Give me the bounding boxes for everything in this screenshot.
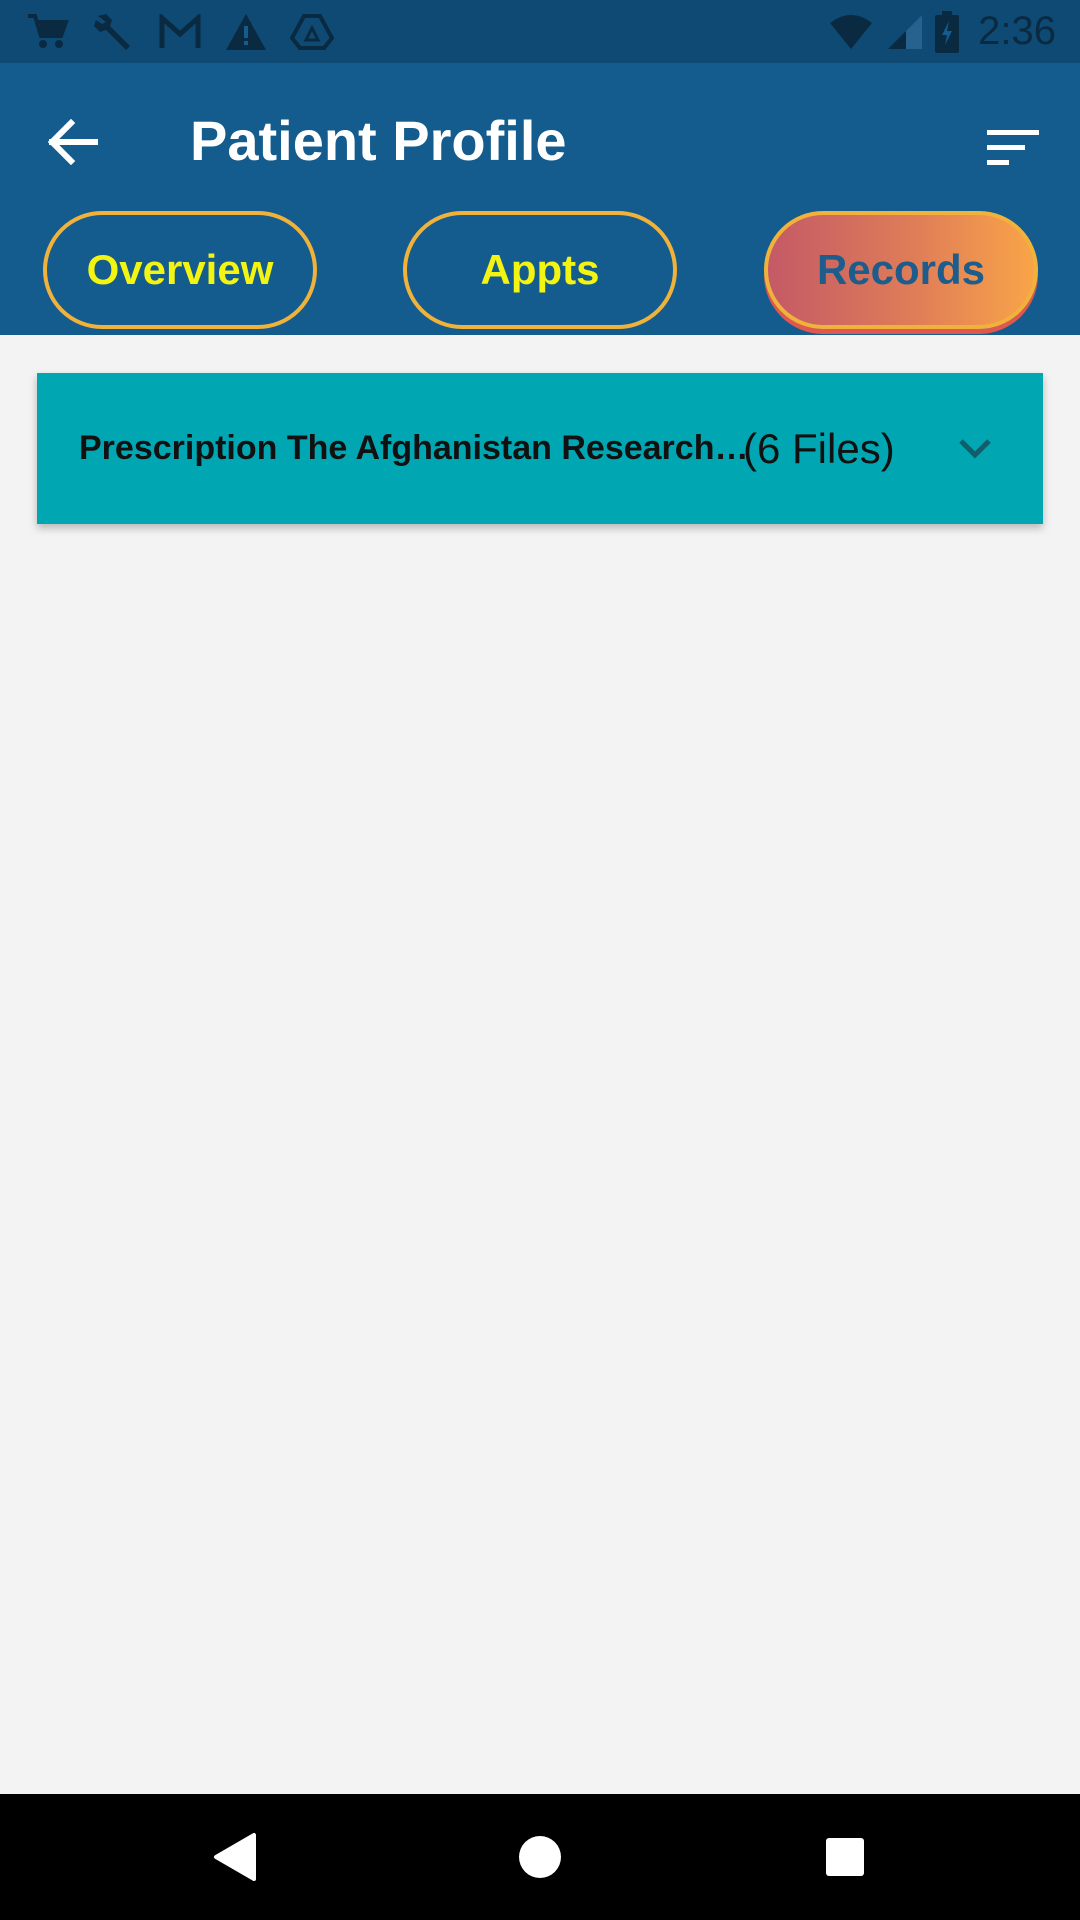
arrow-left-icon: [47, 119, 98, 165]
record-file-count: (6 Files): [743, 424, 895, 472]
shopping-cart-icon: [26, 12, 70, 52]
app-bar: Patient Profile Overview Appts Records: [0, 63, 1080, 335]
tab-records[interactable]: Records: [764, 211, 1038, 329]
sort-button[interactable]: [974, 109, 1052, 187]
wifi-icon: [828, 13, 874, 51]
gmail-icon: [158, 13, 202, 50]
home-circle-icon: [519, 1836, 561, 1878]
status-time: 2:36: [978, 9, 1056, 53]
back-triangle-icon: [214, 1833, 256, 1881]
system-icons: 2:36: [828, 9, 1080, 54]
status-bar: 2:36: [0, 0, 1080, 63]
battery-charging-icon: [934, 10, 960, 53]
nav-recents-button[interactable]: [810, 1822, 880, 1892]
tab-overview[interactable]: Overview: [43, 211, 317, 329]
nav-back-button[interactable]: [200, 1822, 270, 1892]
recents-square-icon: [826, 1838, 864, 1876]
record-title: Prescription The Afghanistan Research …: [79, 429, 749, 467]
record-group-header[interactable]: Prescription The Afghanistan Research … …: [37, 373, 1043, 524]
back-button[interactable]: [34, 103, 112, 181]
warning-icon: [224, 12, 268, 52]
notification-icons: [0, 10, 334, 54]
tab-appts[interactable]: Appts: [403, 211, 677, 329]
nav-home-button[interactable]: [505, 1822, 575, 1892]
wrench-icon: [92, 10, 136, 54]
chevron-down-icon[interactable]: [945, 419, 1005, 479]
sort-icon: [987, 130, 1039, 165]
system-nav-bar: [0, 1794, 1080, 1920]
drive-icon: [290, 12, 334, 52]
signal-icon: [884, 13, 924, 51]
page-title: Patient Profile: [190, 109, 567, 172]
